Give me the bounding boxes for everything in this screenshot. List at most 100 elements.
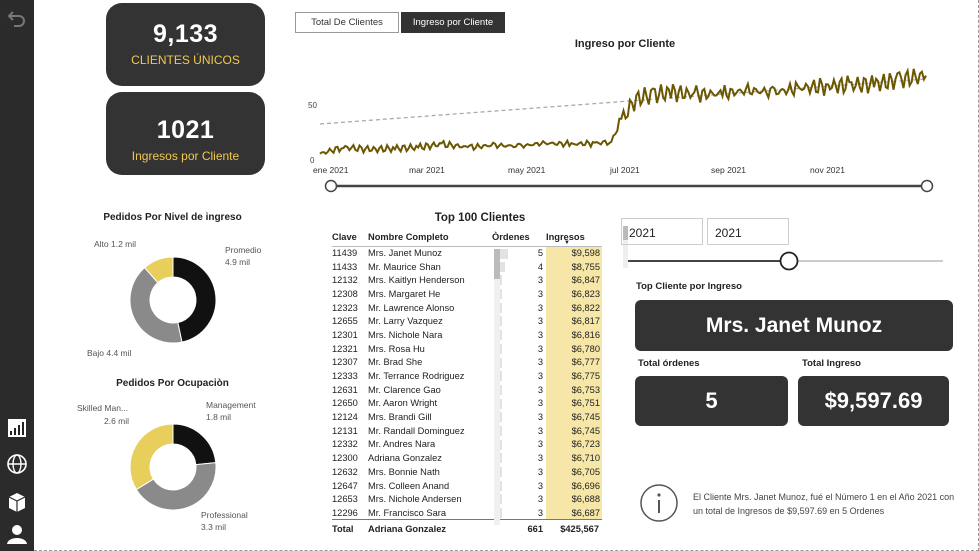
cell-ingresos: $8,755 <box>546 259 602 274</box>
cell-ingresos: $6,823 <box>546 287 602 301</box>
cell-ordenes-value: 3 <box>537 453 543 464</box>
cell-ordenes: 3 <box>492 342 546 356</box>
table-row[interactable]: 12631 Mr. Clarence Gao 3 $6,753 <box>332 382 602 397</box>
cell-nombre: Mrs. Brandi Gill <box>368 412 432 423</box>
globe-icon[interactable] <box>3 450 31 478</box>
table-row[interactable]: 12650 Mr. Aaron Wright 3 $6,751 <box>332 396 602 411</box>
table-row[interactable]: 12131 Mr. Randall Dominguez 3 $6,745 <box>332 423 602 438</box>
donut1-title: Pedidos Por Nivel de ingreso <box>103 212 242 223</box>
cell-nombre: Mrs. Margaret He <box>368 288 441 299</box>
table-row[interactable]: 12296 Mr. Francisco Sara 3 $6,687 <box>332 506 602 520</box>
cell-ordenes-value: 3 <box>537 494 543 505</box>
x-tick-nov: nov 2021 <box>810 165 845 175</box>
year-slider[interactable] <box>626 250 946 272</box>
table-row[interactable]: 12300 Adriana Gonzalez 3 $6,710 <box>332 451 602 465</box>
table-row[interactable]: 12632 Mrs. Bonnie Nath 3 $6,705 <box>332 465 602 479</box>
tab-total-clientes[interactable]: Total De Clientes <box>295 12 399 33</box>
table-row[interactable]: 12321 Mrs. Rosa Hu 3 $6,780 <box>332 341 602 356</box>
table-row[interactable]: 12132 Mrs. Kaitlyn Henderson 3 $6,847 <box>332 273 602 288</box>
col-nombre[interactable]: Nombre Completo <box>368 229 492 247</box>
cell-clave: 12307 <box>332 357 358 368</box>
info-text: El Cliente Mrs. Janet Munoz, fué el Núme… <box>693 492 955 516</box>
col-ordenes[interactable]: Òrdenes <box>492 229 546 247</box>
cell-clave: 12296 <box>332 507 358 518</box>
year-from-input[interactable]: 2021 <box>621 218 703 245</box>
total-nombre: Adriana Gonzalez <box>368 523 447 534</box>
table-title: Top 100 Clientes <box>434 212 526 224</box>
clientes-value: 9,133 <box>152 20 219 48</box>
slider-handle-start[interactable] <box>324 179 338 193</box>
cell-ordenes-value: 3 <box>537 343 543 354</box>
donut2-label-professional: Professional <box>201 510 248 520</box>
cell-ordenes-value: 3 <box>537 288 543 299</box>
cell-clave: 12132 <box>332 275 358 286</box>
donut1-label-alto: Alto 1.2 mil <box>94 239 137 249</box>
cell-ordenes: 3 <box>492 314 546 328</box>
cell-ordenes-value: 3 <box>537 412 543 423</box>
clientes-label: CLIENTES ÚNICOS <box>131 53 240 67</box>
cell-clave: 12300 <box>332 453 358 464</box>
slider-handle-end[interactable] <box>920 179 934 193</box>
cell-ordenes-value: 3 <box>537 439 543 450</box>
donut1-label-promedio-val: 4.9 mil <box>225 257 251 267</box>
donut-slice-management[interactable] <box>172 423 217 466</box>
col-clave[interactable]: Clave <box>332 229 368 247</box>
x-tick-sep: sep 2021 <box>711 165 746 175</box>
col-ingresos[interactable]: Ingresos ▼ <box>546 229 602 247</box>
cell-clave: 12632 <box>332 466 358 477</box>
cell-clave: 11439 <box>332 248 358 259</box>
donut-nivel-ingreso <box>129 256 217 344</box>
cell-ordenes-value: 5 <box>537 248 543 259</box>
top-cliente-name: Mrs. Janet Munoz <box>635 300 953 351</box>
user-icon[interactable] <box>3 520 31 548</box>
x-tick-may: may 2021 <box>508 165 546 175</box>
table-row[interactable]: 12647 Mrs. Colleen Anand 3 $6,696 <box>332 478 602 493</box>
cell-clave: 11433 <box>332 261 358 272</box>
cell-ordenes: 3 <box>492 410 546 424</box>
table-row[interactable]: 12301 Mrs. Nichole Nara 3 $6,816 <box>332 328 602 342</box>
table-row[interactable]: 12653 Mrs. Nichole Andersen 3 $6,688 <box>332 492 602 507</box>
year-slider-handle[interactable] <box>779 251 799 271</box>
table-scrollbar[interactable] <box>494 249 500 525</box>
table-row[interactable]: 12307 Mr. Brad She 3 $6,777 <box>332 355 602 370</box>
table-row[interactable]: 12124 Mrs. Brandi Gill 3 $6,745 <box>332 410 602 424</box>
table-row[interactable]: 11433 Mr. Maurice Shan 4 $8,755 <box>332 259 602 274</box>
cell-ordenes: 3 <box>492 506 546 520</box>
y-tick-50: 50 <box>308 101 317 110</box>
year-to-input[interactable]: 2021 <box>707 218 789 245</box>
box-icon[interactable] <box>3 488 31 516</box>
cell-ingresos: $6,817 <box>546 314 602 329</box>
donut2-label-skilled: Skilled Man... <box>77 403 129 413</box>
cell-ordenes: 3 <box>492 301 546 315</box>
sort-desc-icon: ▼ <box>564 240 570 246</box>
cell-ordenes-value: 3 <box>537 384 543 395</box>
table-scroll-thumb[interactable] <box>494 249 500 279</box>
tab-ingreso-por-cliente[interactable]: Ingreso por Cliente <box>401 12 505 33</box>
table-header-row: Clave Nombre Completo Òrdenes Ingresos ▼ <box>332 229 602 247</box>
total-label: Total <box>332 523 354 534</box>
cell-ordenes-value: 3 <box>537 357 543 368</box>
cell-clave: 12308 <box>332 288 358 299</box>
cell-nombre: Mr. Francisco Sara <box>368 507 447 518</box>
cell-ordenes: 3 <box>492 383 546 397</box>
cell-clave: 12321 <box>332 343 358 354</box>
table-row[interactable]: 12655 Mr. Larry Vazquez 3 $6,817 <box>332 314 602 329</box>
cell-ordenes: 3 <box>492 356 546 370</box>
cell-ingresos: $6,780 <box>546 341 602 356</box>
table-row[interactable]: 12332 Mr. Andres Nara 3 $6,723 <box>332 437 602 452</box>
line-chart-title: Ingreso por Cliente <box>574 38 676 50</box>
cell-ordenes-value: 3 <box>537 275 543 286</box>
cell-ingresos: $6,753 <box>546 382 602 397</box>
cell-ordenes: 3 <box>492 397 546 411</box>
table-row[interactable]: 12308 Mrs. Margaret He 3 $6,823 <box>332 287 602 301</box>
cell-ordenes: 3 <box>492 273 546 287</box>
table-row[interactable]: 12323 Mr. Lawrence Alonso 3 $6,822 <box>332 300 602 315</box>
chart-icon[interactable] <box>3 414 31 442</box>
donut-slice-skilled[interactable] <box>129 423 174 491</box>
date-range-slider[interactable] <box>324 178 936 194</box>
cell-nombre: Mr. Andres Nara <box>368 439 436 450</box>
table-row[interactable]: 11439 Mrs. Janet Munoz 5 $9,598 <box>332 246 602 260</box>
back-arrow-icon[interactable] <box>3 4 31 32</box>
cell-ordenes: 3 <box>492 424 546 438</box>
table-row[interactable]: 12333 Mr. Terrance Rodriguez 3 $6,775 <box>332 369 602 383</box>
